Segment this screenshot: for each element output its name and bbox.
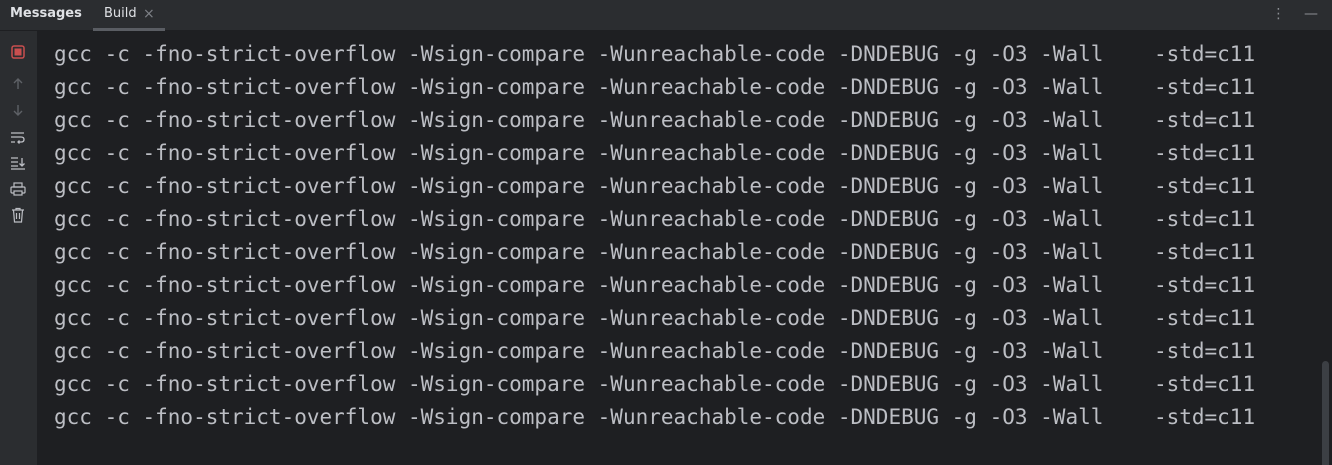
side-toolbar xyxy=(0,31,37,465)
down-arrow-icon[interactable] xyxy=(9,101,27,119)
console-line: gcc -c -fno-strict-overflow -Wsign-compa… xyxy=(54,372,1256,396)
console-line: gcc -c -fno-strict-overflow -Wsign-compa… xyxy=(54,405,1256,429)
scroll-to-end-icon[interactable] xyxy=(9,154,27,172)
console-line: gcc -c -fno-strict-overflow -Wsign-compa… xyxy=(54,240,1256,264)
console-line: gcc -c -fno-strict-overflow -Wsign-compa… xyxy=(54,207,1256,231)
soft-wrap-icon[interactable] xyxy=(9,128,27,146)
print-icon[interactable] xyxy=(9,180,27,198)
build-output-console[interactable]: gcc -c -fno-strict-overflow -Wsign-compa… xyxy=(37,31,1332,465)
tab-messages[interactable]: Messages xyxy=(10,0,82,31)
stop-icon[interactable] xyxy=(9,43,27,61)
build-tool-window: Messages Build × ⋮ — gcc -c -fno-strict-… xyxy=(0,0,1332,465)
console-line: gcc -c -fno-strict-overflow -Wsign-compa… xyxy=(54,141,1256,165)
tool-window-actions: ⋮ — xyxy=(1258,0,1318,28)
more-options-icon[interactable]: ⋮ xyxy=(1272,0,1286,28)
tab-build-label: Build xyxy=(104,6,137,21)
console-line: gcc -c -fno-strict-overflow -Wsign-compa… xyxy=(54,108,1256,132)
tool-window-tab-bar: Messages Build × ⋮ — xyxy=(0,0,1332,31)
close-icon[interactable]: × xyxy=(143,0,155,28)
console-line: gcc -c -fno-strict-overflow -Wsign-compa… xyxy=(54,42,1256,66)
console-line: gcc -c -fno-strict-overflow -Wsign-compa… xyxy=(54,174,1256,198)
trash-icon[interactable] xyxy=(9,206,27,224)
console-line: gcc -c -fno-strict-overflow -Wsign-compa… xyxy=(54,306,1256,330)
console-line: gcc -c -fno-strict-overflow -Wsign-compa… xyxy=(54,339,1256,363)
minimize-icon[interactable]: — xyxy=(1304,0,1318,28)
up-arrow-icon[interactable] xyxy=(9,75,27,93)
console-line: gcc -c -fno-strict-overflow -Wsign-compa… xyxy=(54,75,1256,99)
tab-build[interactable]: Build × xyxy=(93,0,165,31)
console-line: gcc -c -fno-strict-overflow -Wsign-compa… xyxy=(54,273,1256,297)
vertical-scrollbar[interactable] xyxy=(1322,361,1329,465)
